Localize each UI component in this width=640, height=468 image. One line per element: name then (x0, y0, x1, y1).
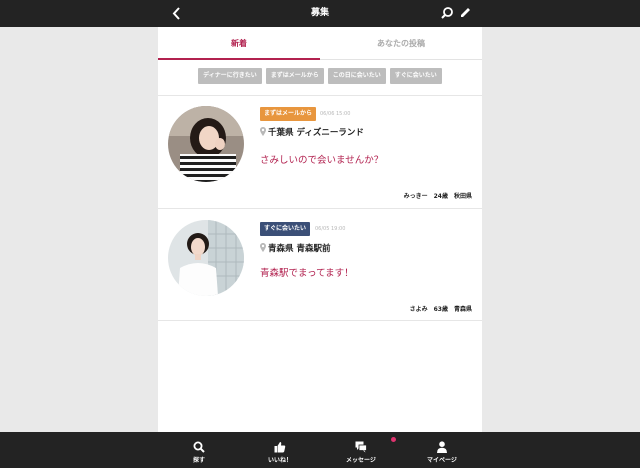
user-age: 63歳 (433, 306, 448, 313)
nav-like[interactable]: いいね！ (250, 432, 310, 468)
page-title: 募集 (310, 8, 329, 18)
search-icon[interactable] (440, 6, 454, 20)
user-area: 青森県 (453, 306, 472, 313)
post-location: 千葉県 ディズニーランド (260, 126, 364, 138)
filter-chips: ディナーに行きたい まずはメールから この日に会いたい すぐに会いたい (158, 68, 482, 84)
avatar[interactable] (168, 220, 244, 296)
post-card[interactable]: すぐに会いたい 06/05 19:00 青森県 青森駅前 青森駅でまってます！ … (158, 208, 482, 321)
post-card[interactable]: まずはメールから 06/06 15:00 千葉県 ディズニーランド さみしいので… (158, 95, 482, 208)
user-age: 24歳 (433, 193, 448, 200)
search-icon (193, 441, 205, 453)
user-area: 秋田県 (453, 193, 472, 200)
post-time: 06/05 19:00 (315, 226, 346, 232)
bottom-nav: 探す いいね！ メッセージ マイページ (0, 432, 640, 468)
location-text: 千葉県 ディズニーランド (268, 128, 364, 138)
nav-label: いいね！ (267, 457, 292, 464)
location-pin-icon (260, 127, 266, 136)
purpose-badge: まずはメールから (260, 107, 317, 121)
notification-dot (391, 437, 396, 442)
user-meta: さよみ 63歳 青森県 (404, 304, 472, 313)
top-bar: 募集 (0, 0, 640, 27)
location-pin-icon (260, 243, 266, 252)
post-message: さみしいので会いませんか？ (260, 155, 384, 166)
filter-this-day[interactable]: この日に会いたい (327, 68, 386, 84)
user-name: さよみ (409, 306, 428, 313)
pencil-icon[interactable] (458, 6, 472, 20)
chat-icon (355, 441, 367, 453)
tab-new[interactable]: 新着 (158, 27, 320, 60)
filter-mail-first[interactable]: まずはメールから (265, 68, 324, 84)
user-icon (437, 441, 447, 453)
nav-search[interactable]: 探す (169, 432, 229, 468)
location-text: 青森県 青森駅前 (268, 244, 331, 254)
tab-your-posts[interactable]: あなたの投稿 (320, 27, 482, 60)
nav-messages[interactable]: メッセージ (331, 432, 391, 468)
thumbs-up-icon (274, 442, 286, 453)
main-content: 新着 あなたの投稿 ディナーに行きたい まずはメールから この日に会いたい すぐ… (158, 27, 482, 432)
nav-label: マイページ (427, 457, 457, 464)
filter-dinner[interactable]: ディナーに行きたい (198, 68, 262, 84)
nav-label: メッセージ (346, 457, 376, 464)
user-meta: みっきー 24歳 秋田県 (398, 191, 472, 200)
nav-mypage[interactable]: マイページ (412, 432, 472, 468)
post-time: 06/06 15:00 (320, 111, 351, 117)
tab-bar: 新着 あなたの投稿 (158, 27, 482, 60)
purpose-badge: すぐに会いたい (260, 222, 311, 236)
post-location: 青森県 青森駅前 (260, 242, 330, 254)
nav-label: 探す (192, 457, 205, 464)
filter-asap[interactable]: すぐに会いたい (389, 68, 442, 84)
post-message: 青森駅でまってます！ (260, 268, 354, 279)
user-name: みっきー (403, 193, 428, 200)
avatar[interactable] (168, 106, 244, 182)
